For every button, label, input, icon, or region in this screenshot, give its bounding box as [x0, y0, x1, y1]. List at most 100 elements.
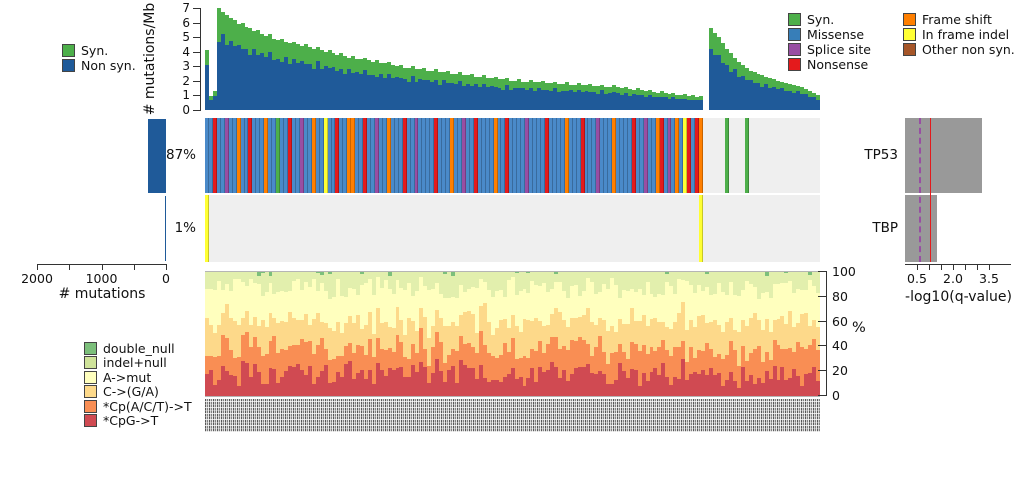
syn-swatch-icon — [62, 44, 75, 57]
rate-tick-label: 2 — [168, 74, 190, 88]
percent-tick-mark — [818, 370, 826, 371]
legend-label: Other non syn. — [922, 42, 1015, 57]
other-non-syn-swatch-icon — [903, 43, 916, 56]
percent-tick-label: 80 — [832, 289, 862, 303]
in-frame-indel-swatch-icon — [903, 28, 916, 41]
mutation-category-stacked-chart — [205, 271, 820, 397]
rate-tick-mark — [193, 95, 200, 96]
mutation-count-tick-mark — [69, 265, 70, 270]
rate-tick-mark — [193, 8, 200, 9]
legend-label: Missense — [807, 27, 864, 42]
syn-swatch-icon — [788, 13, 801, 26]
legend-label: *CpG->T — [103, 413, 158, 428]
legend-item-in-frame-indel: In frame indel — [903, 28, 1015, 40]
category-segment-*CpG->T — [816, 381, 820, 396]
legend-label: In frame indel — [922, 27, 1009, 42]
mutation-count-axis-label: # mutations — [37, 286, 167, 302]
category-segment-indel+null — [816, 272, 820, 293]
legend-label: Syn. — [807, 12, 834, 27]
percent-tick-label: 100 — [832, 264, 862, 278]
legend-item-syn: Syn. — [62, 44, 136, 56]
mutation-type-legend-col1: Syn. Missense Splice site Nonsense — [788, 13, 871, 70]
mutation-count-tick-mark — [134, 265, 135, 270]
nonsense-swatch-icon — [788, 58, 801, 71]
tp53-mutation-count-bar — [148, 119, 166, 193]
mutation-count-tick-label: 0 — [144, 271, 188, 285]
a-mut-swatch-icon — [84, 371, 97, 384]
rate-tick-label: 3 — [168, 59, 190, 73]
mutation-rate-bar-chart — [205, 8, 820, 110]
qvalue-tick-mark — [989, 265, 990, 270]
legend-label: indel+null — [103, 355, 167, 370]
legend-label: *Cp(A/C/T)->T — [103, 399, 192, 414]
legend-label: C->(G/A) — [103, 384, 159, 399]
legend-item-nonsyn: Non syn. — [62, 59, 136, 71]
indel-null-swatch-icon — [84, 356, 97, 369]
nonsyn-segment — [699, 100, 703, 110]
legend-item-cpx-t: *Cp(A/C/T)->T — [84, 400, 192, 412]
tbp-mutation-count-bar — [165, 196, 167, 261]
percent-tick-mark — [818, 271, 826, 272]
tbp-percent-label: 1% — [150, 220, 196, 236]
legend-label: Nonsense — [807, 57, 868, 72]
rate-tick-mark — [193, 66, 200, 67]
legend-item-double-null: double_null — [84, 342, 192, 354]
legend-label: Non syn. — [81, 58, 136, 73]
rate-tick-label: 7 — [168, 1, 190, 15]
percent-tick-label: 20 — [832, 363, 862, 377]
percent-tick-mark — [818, 296, 826, 297]
legend-item-missense: Missense — [788, 28, 871, 40]
mutation-count-tick-mark — [102, 265, 103, 270]
sample-stripe-empty — [816, 118, 820, 193]
qvalue-tick-label: 3.5 — [967, 271, 1011, 285]
rate-tick-label: 5 — [168, 30, 190, 44]
mutation-count-tick-label: 2000 — [15, 271, 59, 285]
qvalue-threshold-dashed-line — [919, 118, 921, 262]
legend-item-other-non-syn: Other non syn. — [903, 43, 1015, 55]
sample-stripe-empty — [816, 195, 820, 262]
percent-tick-label: 40 — [832, 338, 862, 352]
legend-label: Syn. — [81, 43, 108, 58]
percent-tick-mark — [818, 321, 826, 322]
qvalue-tick-mark — [953, 265, 954, 270]
cpg-t-swatch-icon — [84, 414, 97, 427]
category-legend: double_null indel+null A->mut C->(G/A) *… — [84, 342, 192, 427]
qvalue-tick-mark — [965, 265, 966, 270]
qvalue-axis-line — [905, 264, 1011, 265]
rate-tick-mark — [193, 23, 200, 24]
legend-item-c-ga: C->(G/A) — [84, 386, 192, 398]
qvalue-tick-mark — [929, 265, 930, 270]
c-ga-swatch-icon — [84, 385, 97, 398]
rate-y-axis-label: # mutations/Mb — [142, 0, 158, 125]
percent-tick-mark — [818, 395, 826, 396]
rate-tick-label: 1 — [168, 88, 190, 102]
gene-label-tbp: TBP — [846, 220, 898, 236]
rate-tick-label: 6 — [168, 16, 190, 30]
legend-item-frame-shift: Frame shift — [903, 13, 1015, 25]
rate-tick-label: 4 — [168, 45, 190, 59]
tp53-qvalue-bar — [905, 118, 982, 193]
qvalue-tick-mark — [941, 265, 942, 270]
legend-label: Splice site — [807, 42, 871, 57]
legend-item-syn: Syn. — [788, 13, 871, 25]
oncoprint-row-tbp — [205, 195, 820, 262]
qvalue-axis-label: -log10(q-value) — [881, 289, 1020, 305]
rate-tick-label: 0 — [168, 103, 190, 117]
rate-tick-mark — [193, 110, 200, 111]
category-segment-A->mut — [816, 293, 820, 327]
category-segment-*Cp(A/C/T)->T — [816, 350, 820, 381]
qvalue-threshold-solid-line — [930, 118, 931, 262]
category-segment-C->(G/A) — [816, 327, 820, 350]
category-bar — [816, 272, 820, 396]
nonsyn-segment — [816, 100, 820, 110]
legend-item-a-mut: A->mut — [84, 371, 192, 383]
syn-segment — [205, 50, 209, 64]
double-null-swatch-icon — [84, 342, 97, 355]
legend-item-indel-null: indel+null — [84, 357, 192, 369]
legend-item-nonsense: Nonsense — [788, 58, 871, 70]
comut-figure: # mutations/Mb Syn. Non syn. Syn. Missen… — [0, 0, 1020, 504]
missense-swatch-icon — [788, 28, 801, 41]
frame-shift-swatch-icon — [903, 13, 916, 26]
legend-label: double_null — [103, 341, 175, 356]
mutation-type-legend-col2: Frame shift In frame indel Other non syn… — [903, 13, 1015, 55]
